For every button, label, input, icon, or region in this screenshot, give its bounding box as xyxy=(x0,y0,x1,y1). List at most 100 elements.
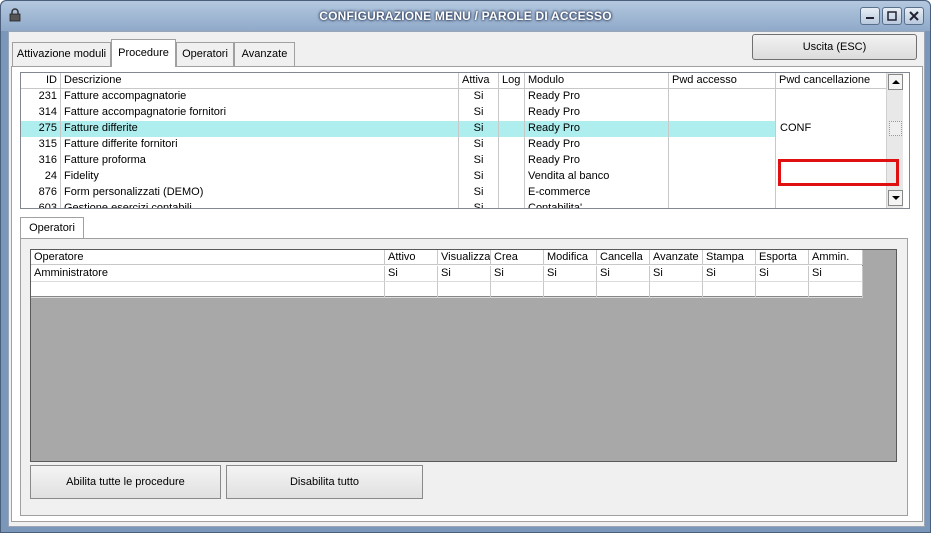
cell-attiva[interactable]: Si xyxy=(459,121,499,137)
cell-attiva[interactable]: Si xyxy=(459,105,499,121)
procedures-grid-header: ID Descrizione Attiva Log Modulo Pwd acc… xyxy=(21,73,887,89)
col-header-descrizione[interactable]: Descrizione xyxy=(61,73,459,89)
col-header-avanzate[interactable]: Avanzate xyxy=(650,250,703,265)
cell-id: 24 xyxy=(21,169,61,185)
col-header-stampa[interactable]: Stampa xyxy=(703,250,756,265)
empty-cell[interactable] xyxy=(809,282,863,298)
cell-visualizza[interactable]: Si xyxy=(438,266,491,282)
empty-cell[interactable] xyxy=(650,282,703,298)
tab-operatori[interactable]: Operatori xyxy=(176,42,234,66)
cell-modifica[interactable]: Si xyxy=(544,266,597,282)
cell-log[interactable] xyxy=(499,169,525,185)
cell-ammin[interactable]: Si xyxy=(809,266,863,282)
cell-attiva[interactable]: Si xyxy=(459,185,499,201)
empty-cell[interactable] xyxy=(385,282,438,298)
cell-attiva[interactable]: Si xyxy=(459,137,499,153)
table-row[interactable]: 603 Gestione esercizi contabili Si Conta… xyxy=(21,201,887,208)
col-header-modifica[interactable]: Modifica xyxy=(544,250,597,265)
col-header-esporta[interactable]: Esporta xyxy=(756,250,809,265)
table-row[interactable]: 24 Fidelity Si Vendita al banco xyxy=(21,169,887,185)
cell-pwd-accesso[interactable] xyxy=(669,153,776,169)
cell-cancella[interactable]: Si xyxy=(597,266,650,282)
col-header-ammin[interactable]: Ammin. xyxy=(809,250,863,265)
cell-log[interactable] xyxy=(499,105,525,121)
cell-pwd-cancellazione[interactable] xyxy=(776,89,887,105)
close-button[interactable] xyxy=(904,7,924,25)
col-header-cancella[interactable]: Cancella xyxy=(597,250,650,265)
empty-cell[interactable] xyxy=(31,282,385,298)
cell-log[interactable] xyxy=(499,89,525,105)
table-row[interactable]: 314 Fatture accompagnatorie fornitori Si… xyxy=(21,105,887,121)
col-header-visualizza[interactable]: Visualizza xyxy=(438,250,491,265)
cell-stampa[interactable]: Si xyxy=(703,266,756,282)
procedures-grid[interactable]: ID Descrizione Attiva Log Modulo Pwd acc… xyxy=(20,72,910,209)
col-header-modulo[interactable]: Modulo xyxy=(525,73,669,89)
procedures-scrollbar[interactable] xyxy=(886,73,903,208)
scroll-down-button[interactable] xyxy=(888,190,903,206)
cell-descrizione: Fatture differite xyxy=(61,121,459,137)
empty-cell[interactable] xyxy=(597,282,650,298)
cell-pwd-accesso[interactable] xyxy=(669,121,776,137)
col-header-log[interactable]: Log xyxy=(499,73,525,89)
scroll-thumb[interactable] xyxy=(889,121,902,136)
cell-pwd-accesso[interactable] xyxy=(669,89,776,105)
app-window: CONFIGURAZIONE MENU / PAROLE DI ACCESSO … xyxy=(0,0,931,533)
cell-avanzate[interactable]: Si xyxy=(650,266,703,282)
cell-pwd-cancellazione[interactable]: CONF xyxy=(776,121,887,137)
cell-log[interactable] xyxy=(499,121,525,137)
cell-pwd-cancellazione[interactable] xyxy=(776,137,887,153)
cell-attivo[interactable]: Si xyxy=(385,266,438,282)
cell-pwd-cancellazione[interactable] xyxy=(776,201,887,208)
subtab-operatori[interactable]: Operatori xyxy=(20,217,84,239)
empty-cell[interactable] xyxy=(491,282,544,298)
scroll-up-button[interactable] xyxy=(888,74,903,90)
empty-cell[interactable] xyxy=(703,282,756,298)
col-header-attivo[interactable]: Attivo xyxy=(385,250,438,265)
cell-operatore[interactable]: Amministratore xyxy=(31,266,385,282)
enable-all-button[interactable]: Abilita tutte le procedure xyxy=(30,465,221,499)
cell-pwd-accesso[interactable] xyxy=(669,105,776,121)
arrow-down-icon xyxy=(892,196,900,200)
cell-attiva[interactable]: Si xyxy=(459,201,499,208)
table-row-selected[interactable]: 275 Fatture differite Si Ready Pro CONF xyxy=(21,121,887,137)
col-header-id[interactable]: ID xyxy=(21,73,61,89)
tab-procedure[interactable]: Procedure xyxy=(111,39,176,67)
cell-pwd-accesso[interactable] xyxy=(669,201,776,208)
col-header-operatore[interactable]: Operatore xyxy=(31,250,385,265)
cell-esporta[interactable]: Si xyxy=(756,266,809,282)
cell-id: 231 xyxy=(21,89,61,105)
title-bar[interactable]: CONFIGURAZIONE MENU / PAROLE DI ACCESSO xyxy=(1,1,930,31)
empty-cell[interactable] xyxy=(544,282,597,298)
cell-pwd-accesso[interactable] xyxy=(669,185,776,201)
col-header-pwd-cancellazione[interactable]: Pwd cancellazione xyxy=(776,73,887,89)
col-header-pwd-accesso[interactable]: Pwd accesso xyxy=(669,73,776,89)
empty-cell[interactable] xyxy=(756,282,809,298)
minimize-button[interactable] xyxy=(860,7,880,25)
cell-attiva[interactable]: Si xyxy=(459,153,499,169)
cell-log[interactable] xyxy=(499,137,525,153)
disable-all-button[interactable]: Disabilita tutto xyxy=(226,465,423,499)
table-row[interactable]: 315 Fatture differite fornitori Si Ready… xyxy=(21,137,887,153)
cell-attiva[interactable]: Si xyxy=(459,169,499,185)
col-header-attiva[interactable]: Attiva xyxy=(459,73,499,89)
table-row[interactable]: 316 Fatture proforma Si Ready Pro xyxy=(21,153,887,169)
col-header-crea[interactable]: Crea xyxy=(491,250,544,265)
empty-cell[interactable] xyxy=(438,282,491,298)
cell-pwd-accesso[interactable] xyxy=(669,137,776,153)
cell-pwd-cancellazione[interactable] xyxy=(776,105,887,121)
table-row[interactable]: 876 Form personalizzati (DEMO) Si E-comm… xyxy=(21,185,887,201)
cell-descrizione: Fatture differite fornitori xyxy=(61,137,459,153)
cell-crea[interactable]: Si xyxy=(491,266,544,282)
cell-log[interactable] xyxy=(499,201,525,208)
maximize-button[interactable] xyxy=(882,7,902,25)
cell-log[interactable] xyxy=(499,185,525,201)
cell-pwd-accesso[interactable] xyxy=(669,169,776,185)
cell-pwd-cancellazione[interactable] xyxy=(776,185,887,201)
tab-attivazione-moduli[interactable]: Attivazione moduli xyxy=(12,42,111,66)
cell-attiva[interactable]: Si xyxy=(459,89,499,105)
exit-button[interactable]: Uscita (ESC) xyxy=(752,34,917,60)
tab-avanzate[interactable]: Avanzate xyxy=(234,42,295,66)
operators-grid[interactable]: Operatore Attivo Visualizza Crea Modific… xyxy=(30,249,897,462)
table-row[interactable]: 231 Fatture accompagnatorie Si Ready Pro xyxy=(21,89,887,105)
cell-log[interactable] xyxy=(499,153,525,169)
